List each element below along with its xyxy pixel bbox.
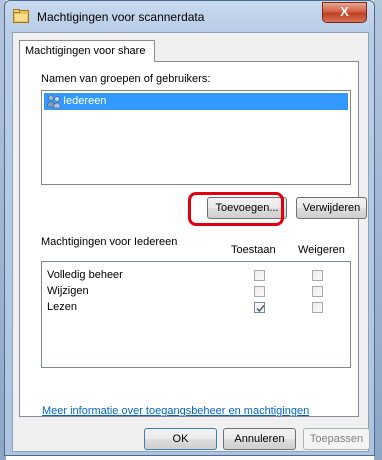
deny-checkbox-full-control[interactable]	[312, 270, 323, 281]
deny-column-header: Weigeren	[298, 244, 345, 256]
tab-share-permissions[interactable]: Machtigingen voor share	[19, 40, 155, 62]
apply-button[interactable]: Toepassen	[303, 428, 370, 450]
window-title: Machtigingen voor scannerdata	[37, 10, 205, 24]
permissions-dialog: Machtigingen voor scannerdata X Machtigi…	[4, 0, 375, 456]
allow-checkbox-full-control[interactable]	[254, 270, 265, 281]
title-bar[interactable]: Machtigingen voor scannerdata X	[5, 1, 374, 33]
permissions-heading: Machtigingen voor Iedereen	[41, 236, 178, 248]
ok-button[interactable]: OK	[144, 428, 217, 450]
permission-row: Volledig beheer	[47, 268, 347, 284]
cancel-button[interactable]: Annuleren	[223, 428, 296, 450]
folder-share-icon	[13, 9, 29, 23]
group-name: Iedereen	[63, 95, 107, 107]
permission-row: Lezen	[47, 300, 347, 316]
allow-checkbox-read[interactable]	[254, 302, 265, 313]
remove-button[interactable]: Verwijderen	[296, 197, 367, 219]
permission-label: Wijzigen	[47, 285, 89, 297]
list-item[interactable]: Iedereen	[44, 93, 348, 110]
allow-checkbox-change[interactable]	[254, 286, 265, 297]
help-link[interactable]: Meer informatie over toegangsbeheer en m…	[42, 405, 309, 417]
groups-heading: Namen van groepen of gebruikers:	[41, 73, 211, 85]
tab-panel: Namen van groepen of gebruikers: Iederee…	[19, 61, 367, 417]
allow-column-header: Toestaan	[231, 244, 276, 256]
background-right	[374, 0, 382, 460]
permission-row: Wijzigen	[47, 284, 347, 300]
highlight-frame	[188, 192, 284, 226]
permission-label: Volledig beheer	[47, 269, 123, 281]
close-button[interactable]: X	[322, 2, 367, 23]
deny-checkbox-change[interactable]	[312, 286, 323, 297]
permission-label: Lezen	[47, 301, 77, 313]
dialog-body: Machtigingen voor share Namen van groepe…	[12, 32, 370, 452]
checkmark-icon	[256, 305, 265, 313]
deny-checkbox-read[interactable]	[312, 302, 323, 313]
groups-list[interactable]: Iedereen	[41, 90, 351, 185]
permissions-list: Volledig beheer Wijzigen Lezen	[41, 261, 351, 368]
users-icon	[46, 95, 61, 109]
